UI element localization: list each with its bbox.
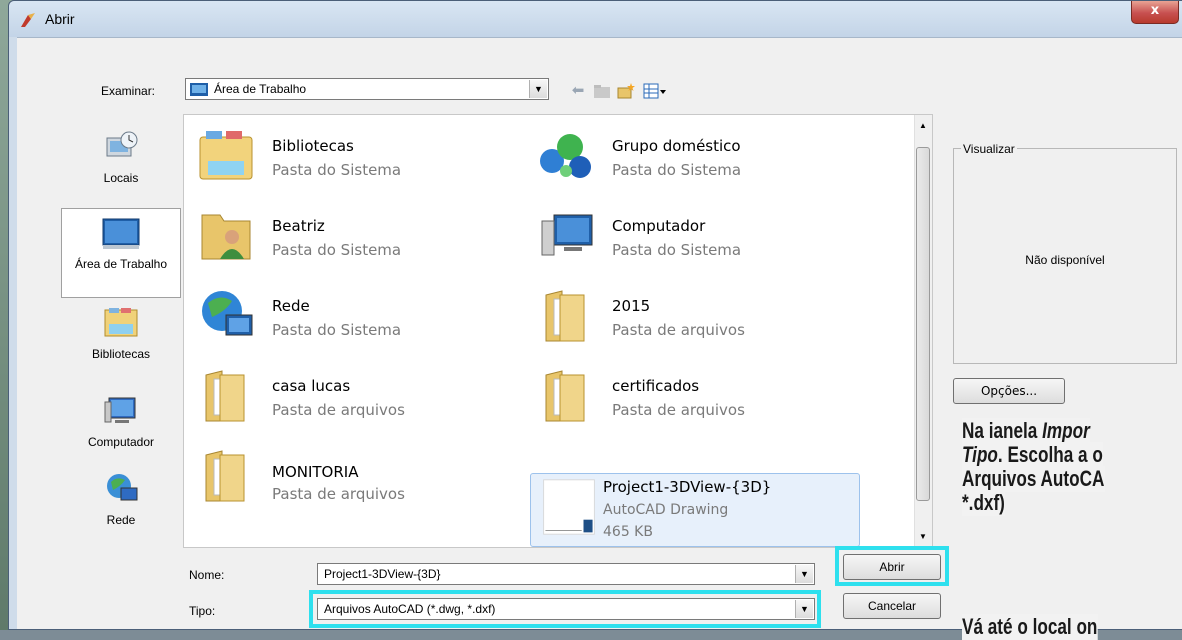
libraries-icon	[104, 308, 138, 337]
recent-places-icon	[106, 131, 138, 157]
file-type: Pasta do Sistema	[272, 321, 402, 339]
file-name: 2015	[612, 297, 651, 315]
overlay-line-5: Vá até o local on	[962, 614, 1098, 640]
autocad-app-icon	[21, 13, 35, 27]
file-type: Pasta do Sistema	[612, 241, 742, 259]
overlay-line-4: *.dxf)	[962, 490, 1005, 516]
overlay-line-2: Tipo. Escolha a o	[962, 442, 1103, 468]
file-name: casa lucas	[272, 377, 351, 395]
file-type: Pasta do Sistema	[272, 241, 402, 259]
computer-icon	[541, 214, 593, 256]
title-bar: Abrir x	[9, 1, 1182, 37]
file-name: Grupo doméstico	[612, 137, 741, 155]
filename-label: Nome:	[189, 568, 225, 582]
desktop-icon	[102, 218, 140, 249]
instruction-overlay: Na ianela Impor Tipo. Escolha a o Arquiv…	[962, 404, 1182, 640]
file-type: Pasta do Sistema	[272, 161, 402, 179]
filetype-value: Arquivos AutoCAD (*.dwg, *.dxf)	[324, 602, 496, 616]
list-item[interactable]: MONITORIA Pasta de arquivos	[188, 441, 518, 511]
place-area-de-trabalho[interactable]: Área de Trabalho	[61, 208, 181, 298]
file-name: Project1-3DView-{3D}	[603, 478, 772, 496]
places-bar: Locais Área de Trabalho Bibliotecas Comp…	[61, 122, 183, 622]
file-name: Rede	[272, 297, 310, 315]
file-name: Computador	[612, 217, 706, 235]
chevron-down-icon[interactable]: ▼	[795, 565, 813, 583]
file-type: Pasta de arquivos	[272, 401, 405, 419]
list-item[interactable]: 2015 Pasta de arquivos	[528, 281, 858, 351]
folder-icon	[205, 370, 245, 422]
list-item[interactable]: Bibliotecas Pasta do Sistema	[188, 121, 518, 191]
network-icon	[107, 474, 138, 501]
file-name: MONITORIA	[272, 463, 359, 481]
preview-panel: Não disponível	[953, 148, 1177, 364]
libraries-folder-icon	[199, 131, 253, 180]
filetype-label: Tipo:	[189, 604, 216, 618]
file-name: Bibliotecas	[272, 137, 354, 155]
place-label: Computador	[87, 435, 155, 449]
vertical-scrollbar[interactable]: ▲ ▼	[914, 115, 932, 547]
preview-status: Não disponível	[1025, 253, 1105, 267]
file-type: AutoCAD Drawing	[603, 502, 729, 518]
list-item[interactable]: Grupo doméstico Pasta do Sistema	[528, 121, 858, 191]
place-label: Área de Trabalho	[74, 257, 168, 271]
list-item[interactable]: Beatriz Pasta do Sistema	[188, 201, 518, 271]
list-item-selected[interactable]: Project1-3DView-{3D} AutoCAD Drawing 465…	[530, 473, 860, 547]
open-button[interactable]: Abrir	[843, 554, 941, 580]
look-in-label: Examinar:	[101, 84, 156, 98]
window-title: Abrir	[45, 11, 75, 27]
overlay-line-3: Arquivos AutoCA	[962, 466, 1105, 492]
up-folder-icon[interactable]	[593, 82, 611, 100]
folder-icon	[205, 450, 245, 502]
network-globe-icon	[202, 291, 253, 336]
filetype-select[interactable]: Arquivos AutoCAD (*.dwg, *.dxf) ▼	[317, 598, 815, 620]
dwg-file-icon	[543, 479, 595, 535]
file-type: Pasta de arquivos	[612, 401, 745, 419]
chevron-down-icon[interactable]: ▼	[795, 600, 813, 618]
chevron-down-icon[interactable]: ▼	[529, 80, 547, 98]
place-bibliotecas[interactable]: Bibliotecas	[61, 306, 181, 361]
list-item[interactable]: certificados Pasta de arquivos	[528, 361, 858, 431]
file-name: Beatriz	[272, 217, 325, 235]
close-button[interactable]: x	[1131, 1, 1179, 24]
place-computador[interactable]: Computador	[61, 394, 181, 449]
look-in-select[interactable]: Área de Trabalho ▼	[185, 78, 549, 100]
list-item[interactable]: Computador Pasta do Sistema	[528, 201, 858, 271]
folder-icon	[545, 290, 585, 342]
preview-legend: Visualizar	[961, 142, 1017, 156]
homegroup-icon	[540, 134, 591, 178]
scroll-thumb[interactable]	[916, 147, 930, 501]
folder-icon	[545, 370, 585, 422]
place-label: Rede	[106, 513, 136, 527]
new-folder-icon[interactable]	[617, 82, 635, 100]
back-arrow-icon[interactable]: ⬅	[569, 82, 587, 100]
cancel-button[interactable]: Cancelar	[843, 593, 941, 619]
desktop-small-icon	[190, 83, 208, 96]
file-type: Pasta de arquivos	[612, 321, 745, 339]
view-menu-icon[interactable]	[643, 82, 667, 100]
place-label: Bibliotecas	[91, 347, 151, 361]
list-item[interactable]: casa lucas Pasta de arquivos	[188, 361, 518, 431]
file-size: 465 KB	[603, 524, 653, 540]
file-type: Pasta do Sistema	[612, 161, 742, 179]
place-label: Locais	[103, 171, 139, 185]
options-button[interactable]: Opções...	[953, 378, 1065, 404]
filename-value: Project1-3DView-{3D}	[324, 567, 441, 581]
look-in-value: Área de Trabalho	[214, 82, 307, 96]
place-locais[interactable]: Locais	[61, 130, 181, 185]
file-type: Pasta de arquivos	[272, 485, 405, 503]
user-folder-icon	[201, 214, 251, 260]
filename-input[interactable]: Project1-3DView-{3D} ▼	[317, 563, 815, 585]
computer-icon	[104, 397, 136, 423]
file-name: certificados	[612, 377, 700, 395]
scroll-down-icon[interactable]: ▼	[919, 532, 927, 541]
scroll-up-icon[interactable]: ▲	[919, 121, 927, 130]
file-list[interactable]: Bibliotecas Pasta do Sistema Grupo domés…	[183, 114, 933, 548]
overlay-line-1: Na ianela Impor	[962, 418, 1090, 444]
list-item[interactable]: Rede Pasta do Sistema	[188, 281, 518, 351]
place-rede[interactable]: Rede	[61, 472, 181, 527]
